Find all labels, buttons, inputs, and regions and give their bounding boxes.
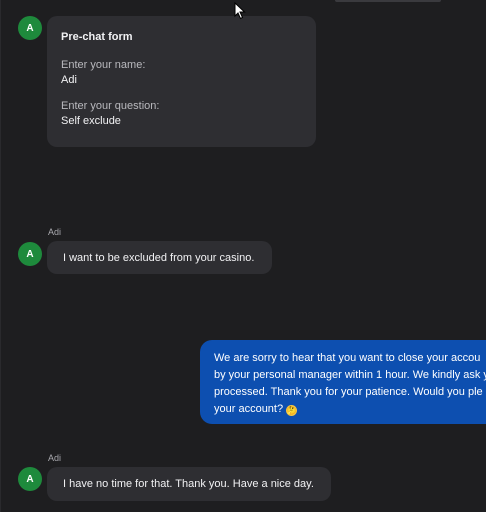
thinking-face-emoji-icon: 🤔 xyxy=(286,405,298,416)
incoming-message-bubble: I want to be excluded from your casino. xyxy=(47,241,272,274)
avatar-initial: A xyxy=(26,22,34,34)
question-value: Self exclude xyxy=(61,115,121,127)
message-text: I have no time for that. Thank you. Have… xyxy=(63,478,314,490)
message-line: processed. Thank you for your patience. … xyxy=(214,386,483,398)
avatar-initial: A xyxy=(26,248,34,260)
avatar: A xyxy=(18,467,42,491)
mouse-pointer-icon xyxy=(234,2,246,20)
name-label: Enter your name: xyxy=(61,59,146,71)
previous-message-edge xyxy=(335,0,441,2)
avatar-initial: A xyxy=(26,473,34,485)
message-sender-name: Adi xyxy=(48,453,62,463)
question-label: Enter your question: xyxy=(61,100,160,112)
outgoing-message-bubble: We are sorry to hear that you want to cl… xyxy=(200,340,486,424)
prechat-form-title: Pre-chat form xyxy=(61,31,133,43)
name-value: Adi xyxy=(61,74,77,86)
message-line: by your personal manager within 1 hour. … xyxy=(214,369,486,381)
message-sender-name: Adi xyxy=(48,227,62,237)
message-line: your account? 🤔 xyxy=(214,401,486,418)
message-text: I want to be excluded from your casino. xyxy=(63,251,255,264)
incoming-message-bubble: I have no time for that. Thank you. Have… xyxy=(47,467,331,501)
message-line-text: your account? xyxy=(214,403,284,415)
avatar: A xyxy=(18,242,42,266)
prechat-form-card: Pre-chat form Enter your name: Adi Enter… xyxy=(47,16,316,147)
message-line: We are sorry to hear that you want to cl… xyxy=(214,352,481,364)
chat-transcript: A Pre-chat form Enter your name: Adi Ent… xyxy=(0,0,486,512)
avatar: A xyxy=(18,16,42,40)
